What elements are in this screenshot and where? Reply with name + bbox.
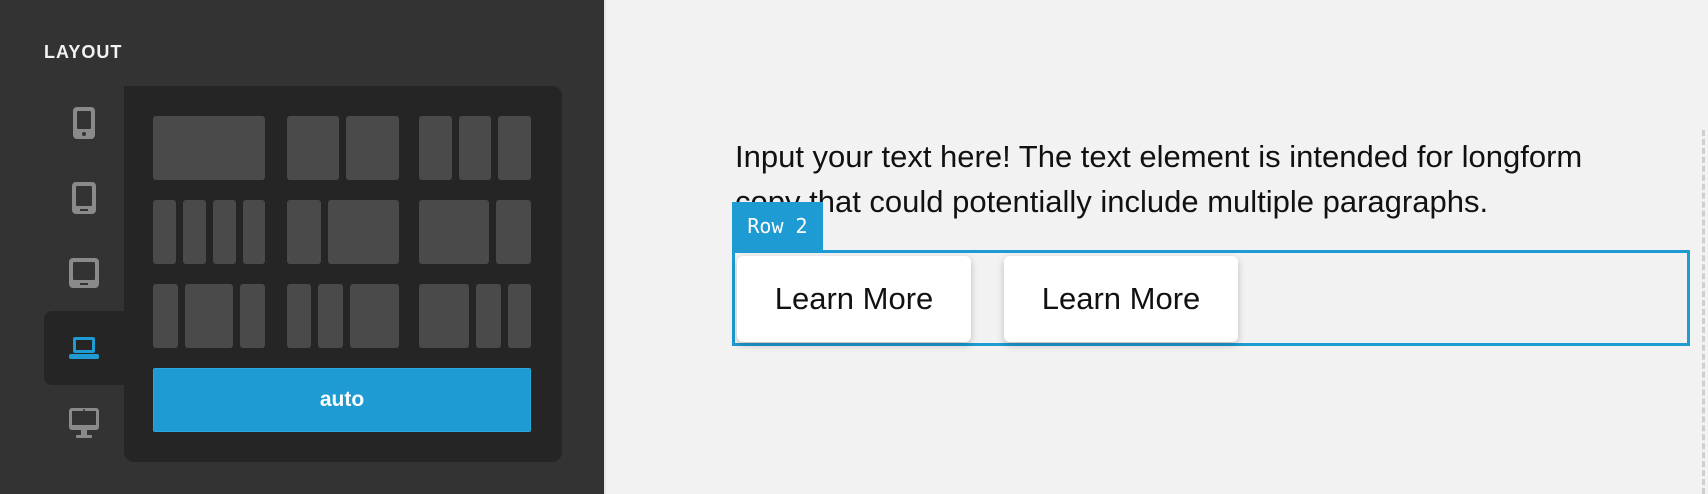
layout-option-2-1[interactable]: [419, 200, 531, 264]
layout-cell: [498, 116, 531, 180]
desktop-icon: [68, 407, 100, 439]
layout-option-1-1-2[interactable]: [287, 284, 399, 348]
layout-cell: [419, 200, 489, 264]
tablet-icon: [71, 181, 97, 215]
layout-cell: [476, 284, 501, 348]
layout-cell: [346, 116, 399, 180]
layout-cell: [185, 284, 233, 348]
layout-cell: [213, 200, 236, 264]
layout-cell: [287, 200, 321, 264]
layout-cell: [153, 284, 178, 348]
layout-cell: [243, 200, 265, 264]
text-element[interactable]: Input your text here! The text element i…: [735, 134, 1635, 224]
device-phone-button[interactable]: [44, 86, 124, 160]
layout-cell: [419, 116, 452, 180]
layout-cell: [496, 200, 531, 264]
device-desktop-button[interactable]: [44, 386, 124, 460]
section-title: LAYOUT: [44, 42, 123, 62]
layout-cell: [419, 284, 469, 348]
layout-cell: [287, 284, 311, 348]
learn-more-button-2[interactable]: Learn More: [1004, 256, 1238, 342]
layout-cell: [153, 200, 176, 264]
layout-option-3-col[interactable]: [419, 116, 531, 180]
layout-option-1-2-1[interactable]: [153, 284, 265, 348]
layout-option-2-1-1[interactable]: [419, 284, 531, 348]
phone-icon: [72, 106, 96, 140]
device-tablet-landscape-button[interactable]: [44, 236, 124, 310]
tablet-landscape-icon: [68, 257, 100, 289]
layout-option-2-col[interactable]: [287, 116, 399, 180]
layout-cell: [287, 116, 339, 180]
device-laptop-button[interactable]: [44, 311, 124, 385]
learn-more-button-1[interactable]: Learn More: [737, 256, 971, 342]
layout-cell: [153, 116, 265, 180]
layout-cell: [459, 116, 491, 180]
laptop-icon: [68, 336, 100, 360]
layout-cell: [508, 284, 531, 348]
layout-option-1-2[interactable]: [287, 200, 399, 264]
layout-cell: [350, 284, 399, 348]
layout-cell: [183, 200, 206, 264]
row-label-tag[interactable]: Row 2: [732, 202, 823, 250]
layout-option-1-col[interactable]: [153, 116, 265, 180]
layout-cell: [318, 284, 343, 348]
layout-options-panel: auto: [124, 86, 562, 462]
guide-line: [1702, 130, 1705, 494]
layout-option-4-col[interactable]: [153, 200, 265, 264]
layout-cell: [240, 284, 265, 348]
device-tablet-button[interactable]: [44, 161, 124, 235]
auto-layout-button[interactable]: auto: [153, 368, 531, 432]
layout-cell: [328, 200, 399, 264]
sidebar-divider: [604, 0, 606, 494]
layout-sidebar: LAYOUT auto: [0, 0, 604, 494]
